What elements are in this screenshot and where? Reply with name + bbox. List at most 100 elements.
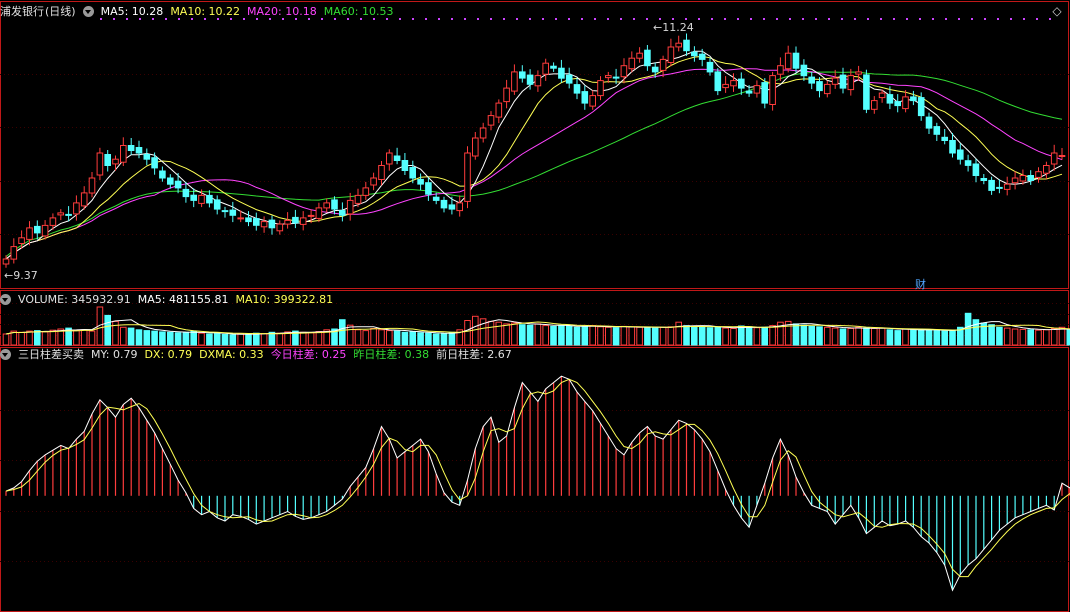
- volume-bar: [346, 324, 354, 346]
- today-bar-diff-label: 今日柱差: [270, 348, 315, 361]
- candle-body: [605, 75, 612, 79]
- volume-bar: [659, 326, 667, 346]
- volume-bar: [565, 325, 573, 346]
- candle-body: [386, 152, 393, 165]
- marker-dot: [542, 18, 544, 20]
- volume-bar: [808, 325, 816, 346]
- marker-dot: [724, 18, 726, 20]
- candle-body: [159, 170, 166, 179]
- volume-bar: [651, 327, 659, 346]
- ma10-readout: MA10: 10.22: [170, 4, 241, 18]
- candle-body: [479, 127, 487, 139]
- candle-body: [683, 39, 690, 52]
- volume-bar: [1050, 328, 1058, 346]
- chevron-down-icon[interactable]: [82, 5, 94, 17]
- volume-bar: [206, 333, 213, 346]
- volume-bar: [487, 320, 495, 346]
- marker-dot: [529, 18, 531, 20]
- candle-body: [863, 74, 870, 110]
- marker-dot: [633, 18, 635, 20]
- candle-body: [268, 219, 276, 229]
- marker-dot: [659, 18, 661, 20]
- volume-bar: [636, 326, 643, 346]
- volume-bar: [761, 326, 769, 346]
- candle-body: [339, 210, 346, 216]
- marker-dot: [646, 18, 648, 20]
- candle-body: [448, 204, 456, 210]
- candle-body: [573, 84, 581, 94]
- volume-bar: [792, 323, 800, 346]
- marker-dot: [1010, 18, 1012, 20]
- candle-body: [612, 76, 620, 79]
- candle-body: [542, 62, 550, 75]
- marker-dot: [919, 18, 921, 20]
- volume-bar: [34, 330, 41, 346]
- finance-badge[interactable]: 财: [915, 276, 926, 292]
- volume-bar: [816, 326, 823, 346]
- marker-dot: [815, 18, 817, 20]
- chevron-down-icon[interactable]: [0, 293, 11, 305]
- volume-bar: [213, 333, 221, 346]
- chevron-down-icon[interactable]: [0, 348, 11, 360]
- candle-body: [260, 221, 268, 228]
- ma5-line: [5, 50, 1063, 260]
- candle-body: [761, 82, 769, 104]
- candle-body: [558, 67, 565, 79]
- my-readout: MY: 0.79: [91, 347, 138, 361]
- candle-body: [182, 188, 190, 198]
- candle-body: [487, 115, 495, 126]
- marker-dot: [763, 18, 765, 20]
- volume-bar: [18, 331, 25, 346]
- candle-body: [292, 216, 299, 224]
- marker-dot: [971, 18, 973, 20]
- volume-bar: [925, 329, 933, 346]
- marker-dot: [581, 18, 583, 20]
- volume-bar: [534, 323, 542, 346]
- candle-body: [284, 219, 291, 225]
- volume-bar: [855, 326, 862, 346]
- volume-bar: [558, 325, 565, 346]
- candle-body: [57, 212, 65, 216]
- candle-body: [808, 76, 816, 84]
- marker-dot: [464, 18, 466, 20]
- volume-bar: [941, 330, 949, 346]
- volume-bar: [1043, 329, 1050, 346]
- candle-body: [667, 46, 675, 63]
- volume-bar: [644, 327, 651, 346]
- candle-body: [34, 225, 41, 234]
- candle-body: [167, 177, 174, 185]
- candle-body: [651, 66, 659, 73]
- period-label: (日线): [45, 5, 76, 18]
- candle-body: [839, 74, 847, 89]
- candle-body: [229, 209, 237, 216]
- marker-dot: [776, 18, 778, 20]
- volume-panel-header: VOLUME: 345932.91 MA5: 481155.81 MA10: 3…: [0, 291, 340, 307]
- volume-bar: [370, 328, 377, 346]
- candle-body: [1043, 165, 1050, 174]
- volume-bar: [151, 330, 158, 346]
- volume-bar: [949, 330, 956, 346]
- volume-bar: [2, 333, 10, 346]
- marker-dot: [568, 18, 570, 20]
- marker-dot: [698, 18, 700, 20]
- volume-bar: [73, 329, 80, 346]
- candle-body: [753, 85, 761, 94]
- marker-dot: [906, 18, 908, 20]
- candle-body: [878, 92, 886, 99]
- candle-body: [534, 75, 542, 87]
- marker-dot: [711, 18, 713, 20]
- candle-body: [96, 152, 104, 176]
- candle-body: [511, 71, 518, 92]
- candle-body: [1027, 175, 1035, 181]
- volume-bar: [143, 330, 151, 346]
- candle-body: [409, 167, 416, 179]
- marker-dot: [945, 18, 947, 20]
- volume-bar: [159, 331, 166, 346]
- diamond-icon[interactable]: ◇: [1050, 4, 1064, 18]
- candle-body: [824, 83, 831, 95]
- dxma-readout: DXMA: 0.33: [199, 347, 264, 361]
- today-bar-diff-value: : 0.25: [314, 347, 347, 361]
- candle-body: [1058, 155, 1066, 157]
- candle-body: [589, 95, 597, 107]
- candle-body: [370, 177, 377, 186]
